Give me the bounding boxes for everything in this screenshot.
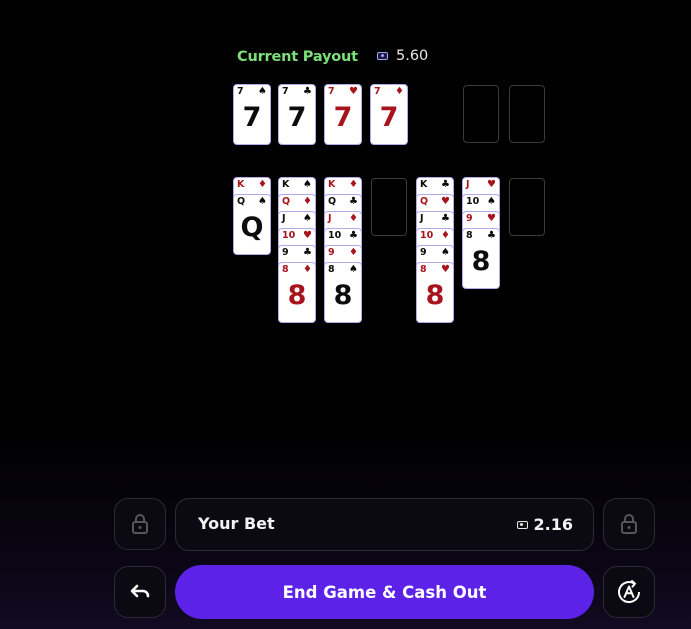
card-face-rank: 7 xyxy=(379,102,399,133)
card-rank: 8 xyxy=(282,264,289,275)
card-suit: ♥ xyxy=(487,179,496,190)
empty-card-slot[interactable] xyxy=(509,85,545,143)
auto-play-icon xyxy=(618,580,641,604)
card-suit: ♦ xyxy=(303,196,312,207)
card-rank: 10 xyxy=(328,230,342,241)
card-rank: J xyxy=(466,179,470,190)
card-rank: Q xyxy=(237,196,246,207)
card-suit: ♦ xyxy=(258,179,267,190)
card-rank: 9 xyxy=(420,247,427,258)
card-rank: 8 xyxy=(466,230,473,241)
card-face-rank: 7 xyxy=(242,102,262,133)
empty-card-slot[interactable] xyxy=(463,85,499,143)
card-suit: ♥ xyxy=(303,230,312,241)
card-rank: J xyxy=(328,213,332,224)
card-rank: K xyxy=(237,179,245,190)
empty-column-slot[interactable] xyxy=(371,178,407,236)
card-face-rank: 7 xyxy=(333,102,353,133)
playing-card[interactable]: Q ♠ Q xyxy=(233,194,271,255)
empty-column-slot[interactable] xyxy=(509,178,545,236)
card-face-rank: 8 xyxy=(425,280,445,311)
card-rank: Q xyxy=(328,196,337,207)
card-rank: Q xyxy=(420,196,429,207)
payout-amount-group: 5.60 xyxy=(377,48,428,64)
cash-icon xyxy=(377,52,388,60)
card-suit: ♠ xyxy=(349,264,358,275)
lock-icon xyxy=(621,514,637,534)
lock-left-button[interactable] xyxy=(114,498,166,550)
undo-icon xyxy=(130,584,150,598)
card-suit: ♠ xyxy=(258,86,267,97)
playing-card[interactable]: 8 ♥ 8 xyxy=(416,262,454,323)
card-face-rank: 8 xyxy=(287,280,307,311)
current-payout: Current Payout xyxy=(237,47,358,67)
card-suit: ♠ xyxy=(441,247,450,258)
card-rank: Q xyxy=(282,196,291,207)
card-suit: ♠ xyxy=(258,196,267,207)
card-rank: 10 xyxy=(282,230,296,241)
undo-button[interactable] xyxy=(114,566,166,618)
playing-card[interactable]: 8 ♦ 8 xyxy=(278,262,316,323)
cash-icon xyxy=(516,520,528,529)
lock-icon xyxy=(132,514,148,534)
bet-field[interactable]: Your Bet 2.16 xyxy=(175,498,594,551)
card-suit: ♣ xyxy=(303,86,312,97)
card-rank: 8 xyxy=(420,264,427,275)
bet-amount-group: 2.16 xyxy=(516,515,573,534)
card-rank: 7 xyxy=(374,86,381,97)
card-suit: ♥ xyxy=(441,264,450,275)
card-face-rank: 8 xyxy=(333,280,353,311)
auto-play-button[interactable] xyxy=(603,566,655,618)
payout-label: Current Payout xyxy=(237,49,358,65)
card-rank: K xyxy=(328,179,336,190)
card-rank: 10 xyxy=(466,196,480,207)
card-suit: ♠ xyxy=(303,213,312,224)
playing-card[interactable]: 8 ♣ 8 xyxy=(462,228,500,289)
card-suit: ♥ xyxy=(487,213,496,224)
card-suit: ♦ xyxy=(441,230,450,241)
card-suit: ♣ xyxy=(441,213,450,224)
lock-right-button[interactable] xyxy=(603,498,655,550)
card-suit: ♦ xyxy=(349,247,358,258)
cash-out-button[interactable]: End Game & Cash Out xyxy=(175,565,594,619)
card-rank: 7 xyxy=(237,86,244,97)
card-rank: J xyxy=(282,213,286,224)
card-suit: ♦ xyxy=(349,179,358,190)
card-face-rank: 8 xyxy=(471,246,491,277)
card-rank: 7 xyxy=(328,86,335,97)
playing-card[interactable]: 7 ♦ 7 xyxy=(370,84,408,145)
card-rank: 10 xyxy=(420,230,434,241)
card-rank: K xyxy=(282,179,290,190)
bet-amount: 2.16 xyxy=(533,515,573,534)
card-suit: ♥ xyxy=(441,196,450,207)
payout-amount: 5.60 xyxy=(396,48,429,64)
playing-card[interactable]: 7 ♣ 7 xyxy=(278,84,316,145)
playing-card[interactable]: 7 ♠ 7 xyxy=(233,84,271,145)
card-suit: ♣ xyxy=(349,196,358,207)
card-rank: 7 xyxy=(282,86,289,97)
card-suit: ♥ xyxy=(349,86,358,97)
card-face-rank: 7 xyxy=(287,102,307,133)
card-suit: ♣ xyxy=(303,247,312,258)
card-suit: ♦ xyxy=(349,213,358,224)
card-rank: J xyxy=(420,213,424,224)
playing-card[interactable]: 7 ♥ 7 xyxy=(324,84,362,145)
card-suit: ♦ xyxy=(395,86,404,97)
card-suit: ♣ xyxy=(487,230,496,241)
playing-card[interactable]: 8 ♠ 8 xyxy=(324,262,362,323)
card-rank: 8 xyxy=(328,264,335,275)
card-suit: ♠ xyxy=(303,179,312,190)
card-rank: 9 xyxy=(466,213,473,224)
card-rank: K xyxy=(420,179,428,190)
card-suit: ♣ xyxy=(441,179,450,190)
card-rank: 9 xyxy=(328,247,335,258)
bet-label: Your Bet xyxy=(198,514,275,533)
card-suit: ♣ xyxy=(349,230,358,241)
card-face-rank: Q xyxy=(240,212,264,243)
card-suit: ♦ xyxy=(303,264,312,275)
card-rank: 9 xyxy=(282,247,289,258)
card-suit: ♠ xyxy=(487,196,496,207)
